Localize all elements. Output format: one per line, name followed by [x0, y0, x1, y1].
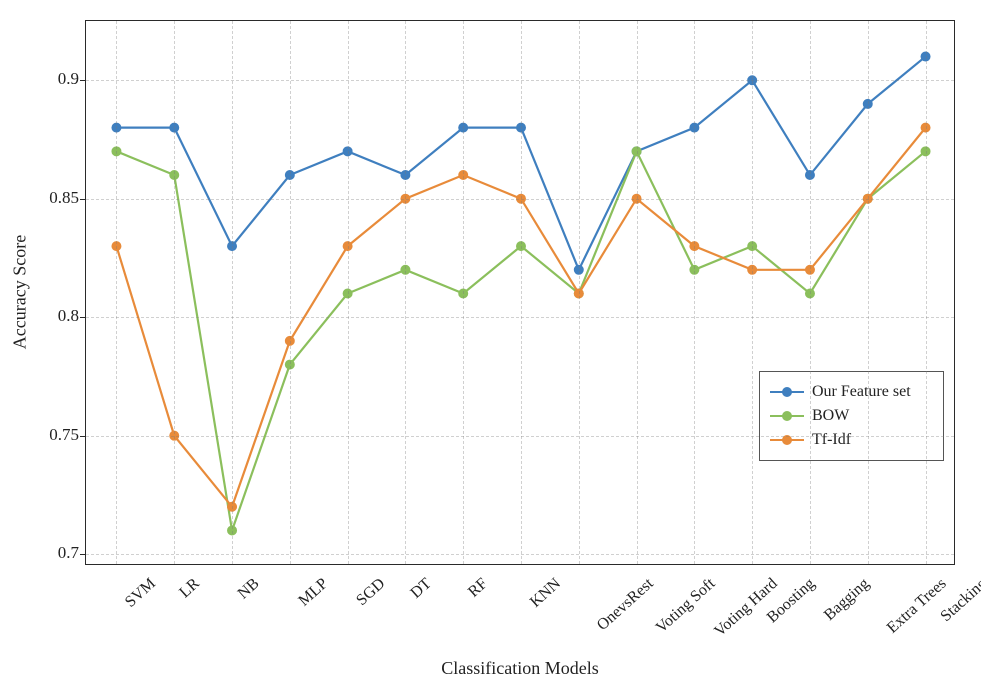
- y-tick-mark: [80, 199, 86, 200]
- x-tick-label: SVM: [122, 575, 160, 612]
- y-tick-label: 0.7: [9, 543, 79, 563]
- legend-label: BOW: [812, 407, 849, 425]
- gridline-horizontal: [86, 199, 954, 200]
- gridline-vertical: [405, 21, 406, 564]
- x-tick-label: RF: [465, 575, 492, 601]
- gridline-vertical: [463, 21, 464, 564]
- y-tick-label: 0.9: [9, 69, 79, 89]
- legend-swatch: [770, 384, 804, 400]
- gridline-vertical: [348, 21, 349, 564]
- gridline-vertical: [752, 21, 753, 564]
- chart-container: Our Feature setBOWTf-Idf Accuracy Score …: [0, 0, 981, 693]
- gridline-vertical: [174, 21, 175, 564]
- y-axis-title: Accuracy Score: [10, 235, 31, 349]
- legend-label: Tf-Idf: [812, 431, 851, 449]
- y-tick-mark: [80, 554, 86, 555]
- gridline-horizontal: [86, 554, 954, 555]
- gridline-vertical: [290, 21, 291, 564]
- x-tick-label: NB: [235, 575, 264, 603]
- y-tick-label: 0.75: [9, 425, 79, 445]
- gridline-vertical: [116, 21, 117, 564]
- x-tick-label: Extra Trees: [884, 575, 951, 637]
- gridline-horizontal: [86, 436, 954, 437]
- x-tick-label: DT: [408, 575, 436, 603]
- y-tick-mark: [80, 436, 86, 437]
- x-tick-label: LR: [176, 575, 203, 602]
- gridline-vertical: [810, 21, 811, 564]
- legend-item: Tf-Idf: [770, 428, 933, 452]
- gridline-vertical: [637, 21, 638, 564]
- gridline-vertical: [521, 21, 522, 564]
- y-tick-mark: [80, 317, 86, 318]
- legend-swatch: [770, 432, 804, 448]
- x-tick-label: Voting Soft: [652, 575, 718, 637]
- gridline-vertical: [868, 21, 869, 564]
- x-tick-label: OnevsRest: [594, 575, 658, 635]
- plot-area: Our Feature set BOW Tf-Idf: [85, 20, 955, 565]
- x-tick-label: SGD: [353, 575, 389, 610]
- gridline-vertical: [694, 21, 695, 564]
- gridline-horizontal: [86, 80, 954, 81]
- legend-item: Our Feature set: [770, 380, 933, 404]
- legend-label: Our Feature set: [812, 383, 911, 401]
- gridline-horizontal: [86, 317, 954, 318]
- x-axis-title: Classification Models: [441, 658, 598, 679]
- legend-item: BOW: [770, 404, 933, 428]
- legend-swatch: [770, 408, 804, 424]
- x-tick-label: Bagging: [821, 575, 873, 625]
- y-tick-label: 0.85: [9, 188, 79, 208]
- gridline-vertical: [579, 21, 580, 564]
- legend: Our Feature set BOW Tf-Idf: [759, 371, 944, 461]
- y-tick-mark: [80, 80, 86, 81]
- y-tick-label: 0.8: [9, 306, 79, 326]
- x-tick-label: KNN: [527, 575, 565, 612]
- x-tick-label: MLP: [295, 575, 331, 610]
- gridline-vertical: [232, 21, 233, 564]
- chart-lines-svg: [86, 21, 954, 564]
- gridline-vertical: [926, 21, 927, 564]
